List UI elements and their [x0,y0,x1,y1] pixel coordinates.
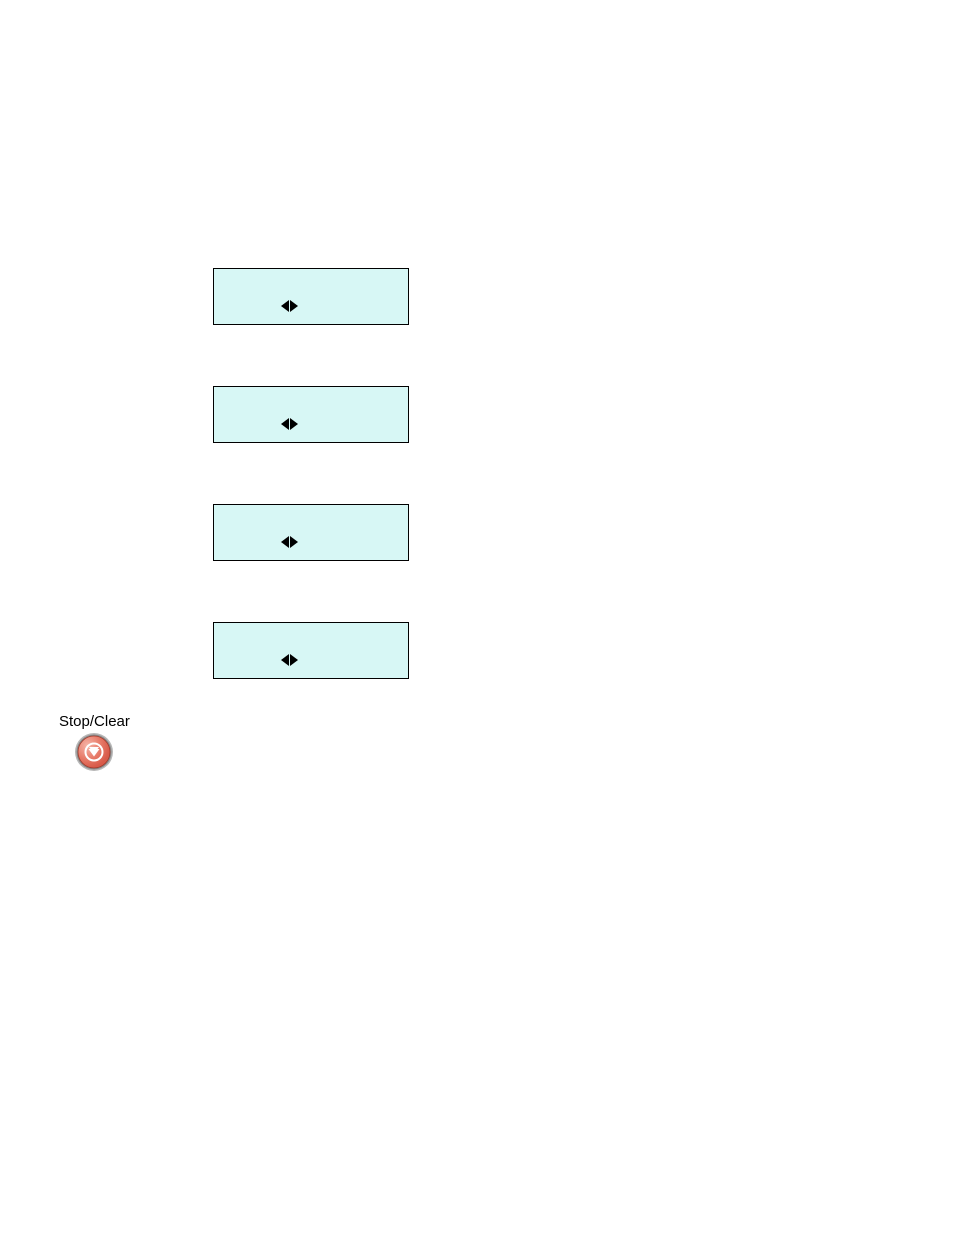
lcd-display-3 [213,504,409,561]
lcd-display-2 [213,386,409,443]
lcd-display-4 [213,622,409,679]
stop-clear-label: Stop/Clear [59,713,130,730]
left-right-arrows-icon [281,536,298,548]
stop-clear-section: Stop/Clear [59,713,130,772]
stop-clear-button[interactable] [74,732,114,772]
left-right-arrows-icon [281,418,298,430]
lcd-display-1 [213,268,409,325]
left-right-arrows-icon [281,300,298,312]
left-right-arrows-icon [281,654,298,666]
stop-clear-icon [74,732,114,772]
